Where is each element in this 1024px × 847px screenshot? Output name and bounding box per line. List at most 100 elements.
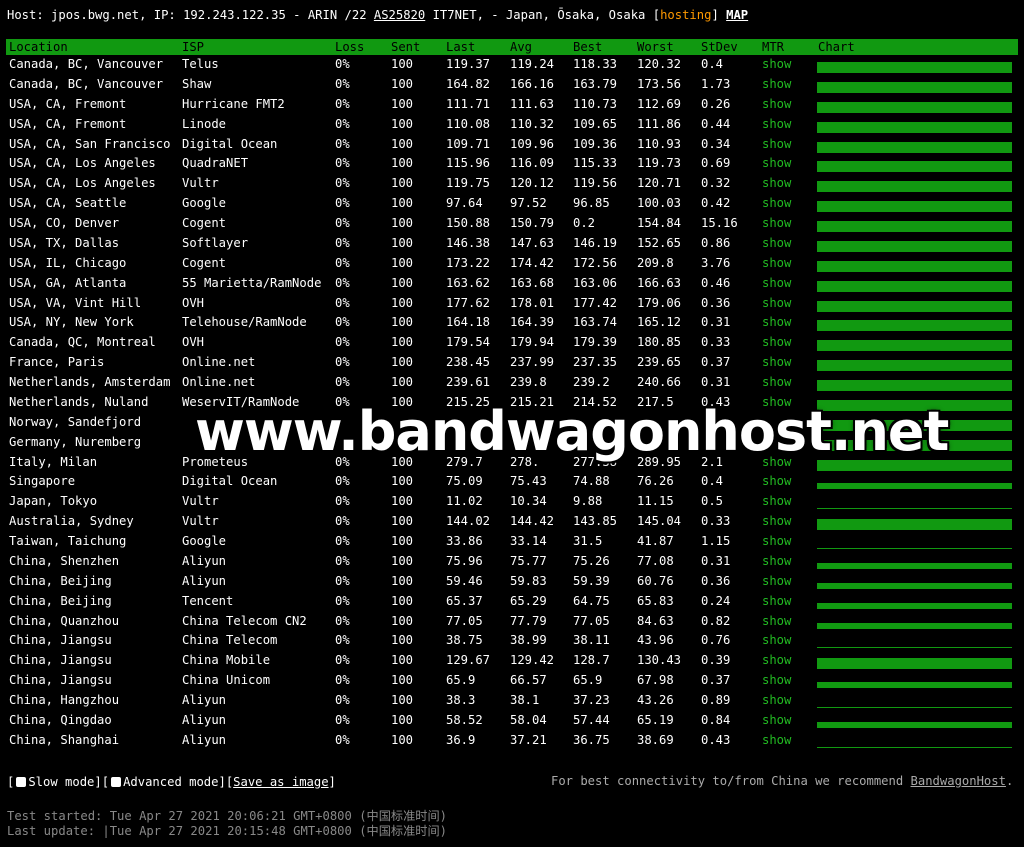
mtr-show-link[interactable]: show — [762, 176, 791, 190]
loss-cell: 0% — [335, 315, 350, 330]
advanced-mode-checkbox[interactable] — [111, 777, 122, 787]
table-row: Netherlands, Amsterdam Online.net 0% 100 239… — [6, 373, 1018, 393]
last-cell: 77.05 — [446, 613, 483, 628]
worst-cell: 110.93 — [637, 136, 682, 151]
column-header: Best — [573, 40, 603, 54]
loss-cell: 0% — [335, 712, 350, 727]
mtr-show-link[interactable]: show — [762, 57, 791, 71]
mtr-show-link[interactable]: show — [762, 296, 791, 310]
mtr-show-link[interactable]: show — [762, 574, 791, 588]
latency-chart-bar — [817, 320, 1012, 332]
as-link[interactable]: AS25820 — [374, 8, 425, 22]
sent-cell: 100 — [391, 712, 414, 727]
mtr-show-link[interactable]: show — [762, 614, 791, 628]
best-cell: 31.5 — [573, 534, 603, 548]
mtr-show-link[interactable]: show — [762, 653, 791, 667]
location-cell: Norway, Sandefjord — [9, 414, 142, 429]
table-row: China, Jiangsu China Unicom 0% 100 65.9 66.57… — [6, 671, 1018, 691]
stdev-cell: 1.15 — [701, 534, 731, 548]
sent-cell: 100 — [391, 375, 414, 389]
mtr-show-link[interactable]: show — [762, 256, 791, 270]
table-row: USA, GA, Atlanta 55 Marietta/RamNode 0% 100… — [6, 274, 1018, 294]
worst-cell: 11.15 — [637, 494, 674, 509]
sent-cell: 100 — [391, 196, 414, 211]
mtr-show-link[interactable]: show — [762, 733, 791, 747]
mtr-show-link[interactable]: show — [762, 375, 791, 389]
mtr-show-link[interactable]: show — [762, 315, 791, 329]
loss-cell: 0% — [335, 732, 350, 747]
best-cell: 38.11 — [573, 633, 610, 648]
loss-cell: 0% — [335, 474, 350, 489]
worst-cell: 60.76 — [637, 573, 674, 588]
latency-chart-bar — [817, 562, 1012, 569]
table-row: China, Beijing Tencent 0% 100 65.37 65.29 64.7… — [6, 592, 1018, 612]
mtr-show-link[interactable]: show — [762, 693, 791, 707]
location-cell: China, Shenzhen — [9, 553, 120, 568]
mtr-show-link[interactable]: show — [762, 77, 791, 91]
mtr-show-link[interactable]: show — [762, 216, 791, 230]
avg-cell: 164.39 — [510, 315, 555, 330]
bandwagonhost-link[interactable]: BandwagonHost — [911, 774, 1006, 788]
mtr-show-link[interactable]: show — [762, 97, 791, 111]
avg-cell: 119.24 — [510, 57, 555, 71]
mtr-show-link[interactable]: show — [762, 494, 791, 508]
mtr-show-link[interactable]: show — [762, 673, 791, 687]
loss-cell: 0% — [335, 116, 350, 131]
worst-cell: 166.63 — [637, 275, 682, 290]
isp-cell: Aliyun — [182, 712, 227, 727]
mtr-show-link[interactable]: show — [762, 276, 791, 290]
last-cell: 36.9 — [446, 732, 476, 747]
map-link[interactable]: MAP — [726, 8, 748, 22]
mtr-show-link[interactable]: show — [762, 514, 791, 528]
mtr-show-link[interactable]: show — [762, 713, 791, 727]
last-cell: 239.61 — [446, 375, 491, 389]
mtr-show-link[interactable]: show — [762, 137, 791, 151]
isp-cell: Telus — [182, 57, 219, 71]
last-cell: 164.82 — [446, 76, 491, 91]
avg-cell: 37.21 — [510, 732, 547, 747]
table-row: Canada, BC, Vancouver Telus 0% 100 119.37 119… — [6, 55, 1018, 75]
table-row: USA, TX, Dallas Softlayer 0% 100 146.38 147.6… — [6, 234, 1018, 254]
mtr-show-link[interactable]: show — [762, 335, 791, 349]
advanced-mode-label: Advanced mode — [123, 775, 219, 789]
isp-cell: China Mobile — [182, 653, 271, 668]
last-cell: 119.75 — [446, 176, 491, 191]
mtr-show-link[interactable]: show — [762, 633, 791, 647]
worst-cell: 67.98 — [637, 673, 674, 688]
isp-cell: Tencent — [182, 593, 234, 608]
mtr-show-link[interactable]: show — [762, 474, 791, 488]
mtr-show-link[interactable]: show — [762, 355, 791, 369]
last-cell: 115.96 — [446, 156, 491, 171]
location-cell: USA, VA, Vint Hill — [9, 295, 142, 310]
table-row: China, Hangzhou Aliyun 0% 100 38.3 38.1 37.23 4… — [6, 691, 1018, 711]
slow-mode-checkbox[interactable] — [16, 777, 27, 787]
mtr-show-link[interactable]: show — [762, 534, 791, 548]
mtr-show-link[interactable]: show — [762, 594, 791, 608]
worst-cell: 43.96 — [637, 633, 674, 648]
latency-chart-bar — [817, 161, 1012, 173]
table-row: Singapore Digital Ocean 0% 100 75.09 75.43 74.… — [6, 472, 1018, 492]
avg-cell: 111.63 — [510, 96, 555, 111]
location-cell: USA, GA, Atlanta — [9, 275, 127, 290]
last-cell: 38.3 — [446, 693, 476, 707]
column-header: Loss — [335, 40, 365, 54]
best-cell: 109.65 — [573, 116, 618, 131]
save-image-link[interactable]: Save as image — [233, 775, 328, 789]
isp-cell: Softlayer — [182, 235, 249, 250]
sent-cell: 100 — [391, 573, 414, 588]
stdev-cell: 0.37 — [701, 355, 731, 370]
loss-cell: 0% — [335, 514, 350, 529]
column-header: Location — [9, 40, 68, 54]
avg-cell: 38.1 — [510, 693, 540, 707]
mtr-show-link[interactable]: show — [762, 554, 791, 568]
sent-cell: 100 — [391, 275, 414, 290]
mtr-show-link[interactable]: show — [762, 156, 791, 170]
mtr-show-link[interactable]: show — [762, 196, 791, 210]
mtr-show-link[interactable]: show — [762, 117, 791, 131]
mtr-show-link[interactable]: show — [762, 236, 791, 250]
loss-cell: 0% — [335, 355, 350, 370]
worst-cell: 179.06 — [637, 295, 682, 310]
isp-cell: Cogent — [182, 255, 227, 270]
sent-cell: 100 — [391, 514, 414, 529]
stdev-cell: 0.76 — [701, 633, 731, 648]
